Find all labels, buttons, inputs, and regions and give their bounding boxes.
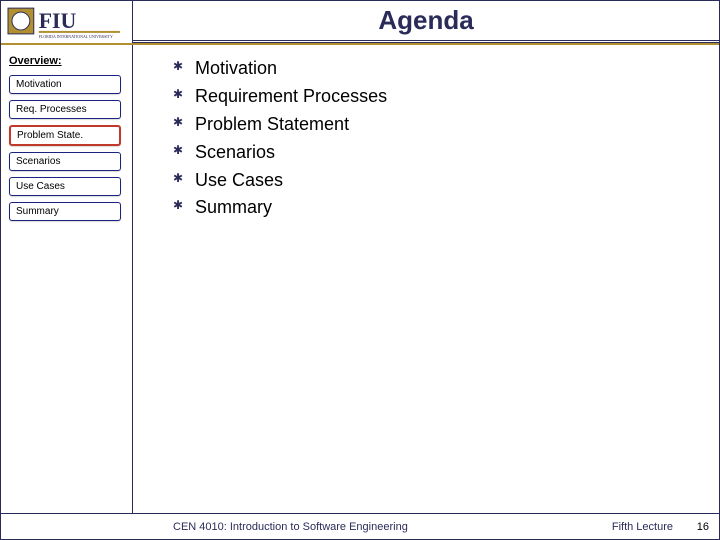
svg-text:FIU: FIU <box>39 9 77 33</box>
title-box: Agenda <box>133 1 719 43</box>
svg-text:FLORIDA INTERNATIONAL UNIVERSI: FLORIDA INTERNATIONAL UNIVERSITY <box>39 34 113 39</box>
list-item: Problem Statement <box>173 111 699 139</box>
sidebar-item-use-cases[interactable]: Use Cases <box>9 177 121 196</box>
header: FIU FLORIDA INTERNATIONAL UNIVERSITY Age… <box>1 1 719 45</box>
sidebar: Overview: Motivation Req. Processes Prob… <box>1 45 133 513</box>
sidebar-item-problem-state[interactable]: Problem State. <box>9 125 121 146</box>
footer-lecture: Fifth Lecture <box>612 521 673 533</box>
list-item: Requirement Processes <box>173 83 699 111</box>
sidebar-item-motivation[interactable]: Motivation <box>9 75 121 94</box>
sidebar-title: Overview: <box>9 55 124 67</box>
sidebar-item-scenarios[interactable]: Scenarios <box>9 152 121 171</box>
list-item: Scenarios <box>173 139 699 167</box>
list-item: Use Cases <box>173 167 699 195</box>
agenda-list: Motivation Requirement Processes Problem… <box>173 55 699 222</box>
footer-course: CEN 4010: Introduction to Software Engin… <box>143 521 612 533</box>
fiu-logo-icon: FIU FLORIDA INTERNATIONAL UNIVERSITY <box>7 4 126 40</box>
logo: FIU FLORIDA INTERNATIONAL UNIVERSITY <box>1 1 133 43</box>
footer-page: 16 <box>673 521 709 533</box>
list-item: Summary <box>173 194 699 222</box>
list-item: Motivation <box>173 55 699 83</box>
page-title: Agenda <box>378 5 473 36</box>
body: Overview: Motivation Req. Processes Prob… <box>1 45 719 513</box>
sidebar-item-summary[interactable]: Summary <box>9 202 121 221</box>
sidebar-item-req-processes[interactable]: Req. Processes <box>9 100 121 119</box>
main: Motivation Requirement Processes Problem… <box>133 45 719 513</box>
footer: CEN 4010: Introduction to Software Engin… <box>1 513 719 539</box>
slide: FIU FLORIDA INTERNATIONAL UNIVERSITY Age… <box>0 0 720 540</box>
